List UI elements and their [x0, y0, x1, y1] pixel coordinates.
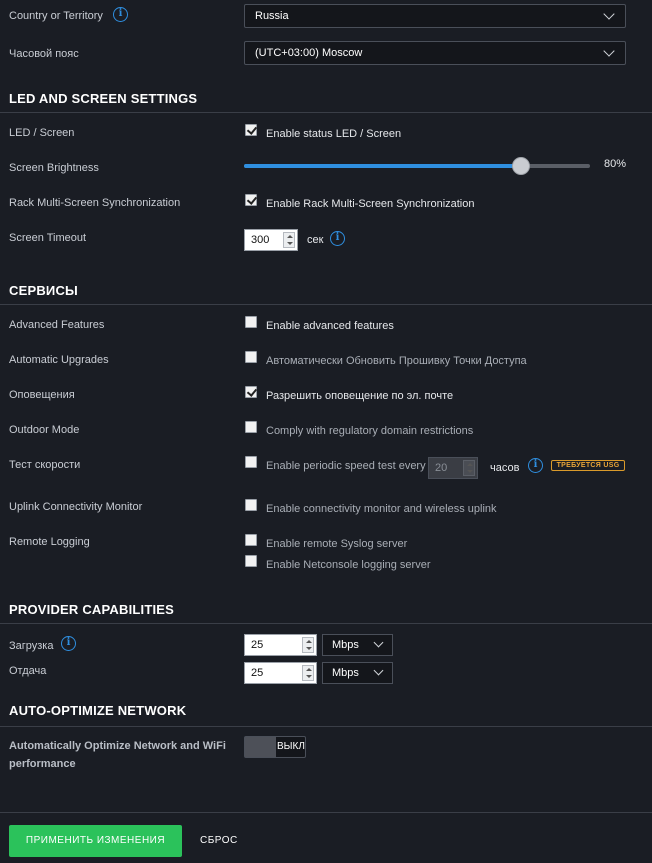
speed-checkbox-label: Enable periodic speed test every [266, 460, 426, 472]
timezone-label: Часовой пояс [9, 48, 79, 60]
syslog-checkbox-label: Enable remote Syslog server [266, 538, 408, 550]
stepper-icon[interactable] [283, 232, 295, 248]
uplink-checkbox[interactable] [245, 499, 257, 511]
led-checkbox-label: Enable status LED / Screen [266, 128, 402, 140]
slider-thumb[interactable] [512, 157, 530, 175]
uplink-label: Uplink Connectivity Monitor [9, 501, 143, 513]
chevron-down-icon [373, 665, 384, 676]
notify-label: Оповещения [9, 389, 75, 401]
country-select[interactable]: Russia [244, 4, 626, 28]
services-section-title: СЕРВИСЫ [9, 283, 78, 298]
download-value: 25 [251, 639, 264, 651]
led-section-title: LED AND SCREEN SETTINGS [9, 91, 198, 106]
speed-checkbox[interactable] [245, 456, 257, 468]
upload-input[interactable]: 25 [244, 662, 317, 684]
divider [0, 812, 652, 813]
toggle-knob [245, 737, 276, 757]
notify-checkbox[interactable] [245, 386, 257, 398]
stepper-icon[interactable] [302, 665, 314, 681]
optimize-label-line2: performance [9, 758, 76, 770]
slider-fill [244, 164, 521, 168]
timeout-unit: сек [307, 234, 324, 246]
stepper-icon[interactable] [302, 637, 314, 653]
info-icon[interactable]: i [330, 231, 345, 246]
speed-interval-input[interactable]: 20 [428, 457, 478, 479]
rack-checkbox[interactable] [245, 194, 257, 206]
speed-interval-value: 20 [435, 462, 448, 474]
upload-unit-select[interactable]: Mbps [322, 662, 393, 684]
rack-checkbox-label: Enable Rack Multi-Screen Synchronization [266, 198, 475, 210]
outdoor-label: Outdoor Mode [9, 424, 80, 436]
download-unit-select[interactable]: Mbps [322, 634, 393, 656]
timezone-select[interactable]: (UTC+03:00) Moscow [244, 41, 626, 65]
country-label: Country or Territory [9, 10, 103, 22]
brightness-slider[interactable] [244, 157, 590, 175]
timeout-value: 300 [251, 234, 270, 246]
info-icon[interactable]: i [61, 636, 76, 651]
download-label: Загрузка [9, 640, 54, 652]
logging-label: Remote Logging [9, 536, 90, 548]
advanced-checkbox-label: Enable advanced features [266, 320, 394, 332]
timeout-input[interactable]: 300 [244, 229, 298, 251]
upgrades-checkbox-label: Автоматически Обновить Прошивку Точки До… [266, 355, 527, 367]
timezone-value: (UTC+03:00) Moscow [255, 47, 363, 59]
advanced-label: Advanced Features [9, 319, 105, 331]
netconsole-checkbox[interactable] [245, 555, 257, 567]
toggle-state: ВЫКЛ [277, 741, 305, 752]
upload-label: Отдача [9, 665, 47, 677]
netconsole-checkbox-label: Enable Netconsole logging server [266, 559, 431, 571]
provider-section-title: PROVIDER CAPABILITIES [9, 602, 175, 617]
speed-unit: часов [490, 462, 520, 474]
download-unit: Mbps [332, 639, 359, 651]
divider [0, 304, 652, 305]
upload-unit: Mbps [332, 667, 359, 679]
upgrades-label: Automatic Upgrades [9, 354, 109, 366]
upgrades-checkbox[interactable] [245, 351, 257, 363]
download-input[interactable]: 25 [244, 634, 317, 656]
info-icon[interactable]: i [528, 458, 543, 473]
stepper-icon[interactable] [463, 460, 475, 476]
timeout-label: Screen Timeout [9, 232, 87, 244]
apply-changes-button[interactable]: ПРИМЕНИТЬ ИЗМЕНЕНИЯ [9, 825, 182, 857]
uplink-checkbox-label: Enable connectivity monitor and wireless… [266, 503, 497, 515]
rack-label: Rack Multi-Screen Synchronization [9, 197, 181, 209]
optimize-label-line1: Automatically Optimize Network and WiFi [9, 740, 226, 752]
optimize-toggle[interactable]: ВЫКЛ [244, 736, 306, 758]
optimize-section-title: AUTO-OPTIMIZE NETWORK [9, 703, 187, 718]
led-checkbox[interactable] [245, 124, 257, 136]
divider [0, 726, 652, 727]
outdoor-checkbox[interactable] [245, 421, 257, 433]
syslog-checkbox[interactable] [245, 534, 257, 546]
notify-checkbox-label: Разрешить оповещение по эл. почте [266, 390, 454, 402]
divider [0, 112, 652, 113]
brightness-label: Screen Brightness [9, 162, 99, 174]
chevron-down-icon [373, 637, 384, 648]
usg-required-badge: ТРЕБУЕТСЯ USG [551, 460, 625, 471]
upload-value: 25 [251, 667, 264, 679]
outdoor-checkbox-label: Comply with regulatory domain restrictio… [266, 425, 474, 437]
brightness-value: 80% [604, 158, 627, 170]
chevron-down-icon [603, 8, 615, 20]
speed-label: Тест скорости [9, 459, 81, 471]
advanced-checkbox[interactable] [245, 316, 257, 328]
divider [0, 623, 652, 624]
reset-button[interactable]: СБРОС [200, 835, 238, 846]
info-icon[interactable]: i [113, 7, 128, 22]
country-value: Russia [255, 10, 289, 22]
led-label: LED / Screen [9, 127, 75, 139]
chevron-down-icon [603, 45, 615, 57]
